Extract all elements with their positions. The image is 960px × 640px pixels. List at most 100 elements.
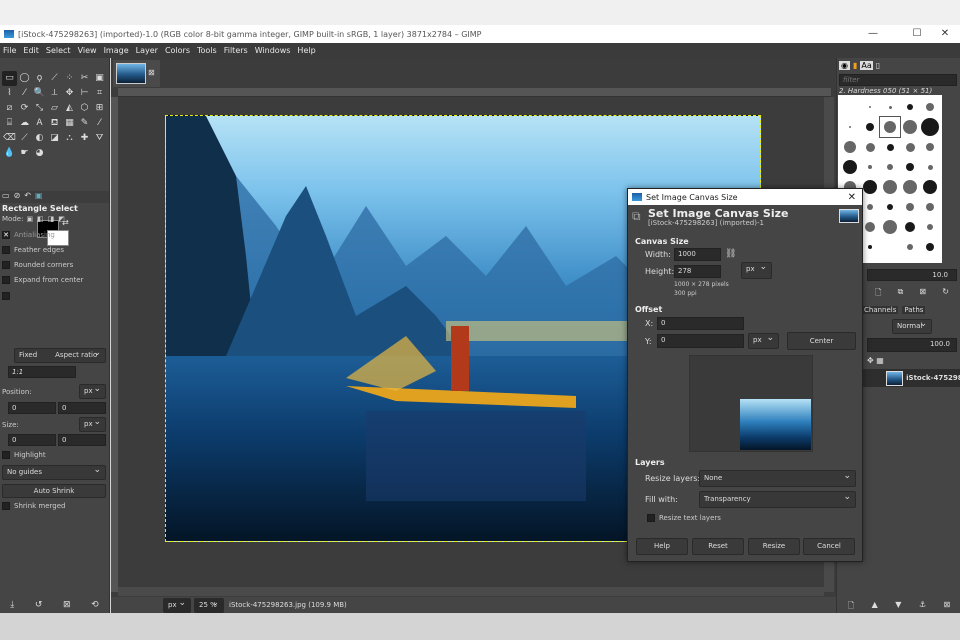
save-options-icon[interactable]: ⤓ [10, 600, 14, 610]
brush-preview[interactable] [880, 137, 900, 157]
warp-tool-icon[interactable]: ☁ [17, 116, 32, 131]
pencil-tool-icon[interactable]: ✎ [77, 116, 92, 131]
feather-checkbox[interactable] [2, 246, 10, 254]
brush-preview[interactable] [900, 237, 920, 257]
canvas-unit-dropdown[interactable]: px [741, 261, 772, 279]
scissors-tool-icon[interactable]: ✂ [77, 71, 92, 86]
reset-button[interactable]: Reset [692, 538, 744, 555]
rounded-checkbox[interactable] [2, 261, 10, 269]
lower-layer-icon[interactable]: ▼ [895, 600, 901, 614]
patterns-tab-icon[interactable]: ▮ [853, 61, 857, 70]
color-picker-tool-icon[interactable]: ⁄ [17, 86, 32, 101]
resize-button[interactable]: Resize [748, 538, 800, 555]
rotate-tool-icon[interactable]: ⟳ [17, 101, 32, 116]
brush-preview[interactable] [900, 177, 920, 197]
delete-layer-icon[interactable]: ⊠ [944, 600, 951, 614]
close-tab-icon[interactable]: ⊠ [148, 68, 155, 77]
clone-tool-icon[interactable]: ⛬ [62, 131, 77, 146]
brush-preview[interactable] [920, 117, 940, 137]
brush-preview[interactable] [880, 177, 900, 197]
new-brush-icon[interactable]: 🗋 [875, 287, 881, 301]
brush-preview[interactable] [900, 197, 920, 217]
dialog-close-button[interactable]: ✕ [848, 192, 856, 203]
blur-tool-icon[interactable]: 💧 [2, 146, 17, 161]
images-tab-icon[interactable]: ▣ [35, 191, 43, 203]
ink-tool-icon[interactable]: ◐ [32, 131, 47, 146]
raise-layer-icon[interactable]: ▲ [872, 600, 878, 614]
highlight-checkbox[interactable] [2, 451, 10, 459]
position-x-input[interactable]: 0 [8, 402, 56, 414]
brush-preview[interactable] [860, 137, 880, 157]
offset-unit-dropdown[interactable]: px [748, 332, 779, 349]
size-x-input[interactable]: 0 [8, 434, 56, 446]
brush-preview[interactable] [920, 137, 940, 157]
menu-layer[interactable]: Layer [136, 46, 158, 55]
crop-tool-icon[interactable]: ⌗ [92, 86, 107, 101]
gradient-tool-icon[interactable]: ▦ [62, 116, 77, 131]
delete-brush-icon[interactable]: ⊠ [919, 287, 926, 301]
undo-history-tab-icon[interactable]: ↶ [24, 191, 31, 203]
brush-preview[interactable] [840, 117, 860, 137]
size-y-input[interactable]: 0 [58, 434, 106, 446]
shrink-merged-checkbox[interactable] [2, 502, 10, 510]
brush-preview[interactable] [900, 117, 920, 137]
unified-transform-tool-icon[interactable]: ⧄ [2, 101, 17, 116]
scale-tool-icon[interactable]: ⤡ [32, 101, 47, 116]
brush-preview[interactable] [920, 97, 940, 117]
rect-select-tool-icon[interactable]: ▭ [2, 71, 17, 86]
menu-tools[interactable]: Tools [197, 46, 217, 55]
refresh-brush-icon[interactable]: ↻ [942, 287, 949, 301]
perspective-tool-icon[interactable]: ⬡ [77, 101, 92, 116]
menu-image[interactable]: Image [104, 46, 129, 55]
offset-x-input[interactable]: 0 [657, 317, 744, 330]
tool-options-tab-icon[interactable]: ▭ [2, 191, 10, 203]
brush-preview[interactable] [920, 237, 940, 257]
perspective-clone-tool-icon[interactable]: ⛛ [92, 131, 107, 146]
resize-layers-dropdown[interactable]: None [699, 469, 856, 487]
reset-options-icon[interactable]: ⟲ [91, 600, 99, 610]
text-tool-icon[interactable]: A [32, 116, 47, 131]
foreground-select-tool-icon[interactable]: ▣ [92, 71, 107, 86]
menu-filters[interactable]: Filters [224, 46, 248, 55]
brush-preview[interactable] [840, 97, 860, 117]
menu-colors[interactable]: Colors [165, 46, 190, 55]
brush-preview[interactable] [920, 157, 940, 177]
layer-row[interactable]: iStock-475298263 [862, 369, 960, 387]
offset-y-input[interactable]: 0 [657, 334, 744, 348]
resize-text-layers-checkbox[interactable] [647, 514, 655, 522]
brush-preview[interactable] [880, 217, 900, 237]
paths-tab[interactable]: Paths [902, 306, 926, 314]
ellipse-select-tool-icon[interactable]: ◯ [17, 71, 32, 86]
mypaint-tool-icon[interactable]: ◪ [47, 131, 62, 146]
antialiasing-checkbox[interactable]: ✕ [2, 231, 10, 239]
fill-with-dropdown[interactable]: Transparency [699, 490, 856, 508]
width-input[interactable]: 1000 [674, 248, 721, 261]
by-color-select-tool-icon[interactable]: ⁘ [62, 71, 77, 86]
duplicate-brush-icon[interactable]: ⧉ [898, 287, 904, 301]
fixed-dropdown[interactable]: Fixed Aspect ratio [14, 347, 106, 363]
cage-tool-icon[interactable]: ⌸ [2, 116, 17, 131]
status-unit-dropdown[interactable]: px [163, 597, 191, 613]
brushes-tab-icon[interactable]: ◉ [839, 61, 850, 70]
height-input[interactable]: 278 [674, 265, 721, 278]
cancel-button[interactable]: Cancel [803, 538, 855, 555]
channels-tab[interactable]: Channels [862, 306, 899, 314]
brush-preview[interactable] [880, 157, 900, 177]
heal-tool-icon[interactable]: ✚ [77, 131, 92, 146]
brush-preview[interactable] [900, 137, 920, 157]
brush-preview[interactable] [920, 197, 940, 217]
menu-file[interactable]: File [3, 46, 16, 55]
position-y-input[interactable]: 0 [58, 402, 106, 414]
auto-shrink-button[interactable]: Auto Shrink [2, 484, 106, 498]
paths-tool-icon[interactable]: ⌇ [2, 86, 17, 101]
handle-transform-tool-icon[interactable]: ⊞ [92, 101, 107, 116]
ratio-input[interactable]: 1:1 [8, 366, 76, 378]
zoom-tool-icon[interactable]: 🔍 [32, 86, 47, 101]
lasso-tool-icon[interactable]: ϙ [32, 71, 47, 86]
brush-preview[interactable] [840, 137, 860, 157]
fixed-checkbox[interactable] [2, 292, 10, 300]
device-status-tab-icon[interactable]: ⊘ [14, 191, 21, 203]
brush-preview[interactable] [840, 157, 860, 177]
brush-preview[interactable] [860, 97, 880, 117]
brush-preview[interactable] [900, 217, 920, 237]
